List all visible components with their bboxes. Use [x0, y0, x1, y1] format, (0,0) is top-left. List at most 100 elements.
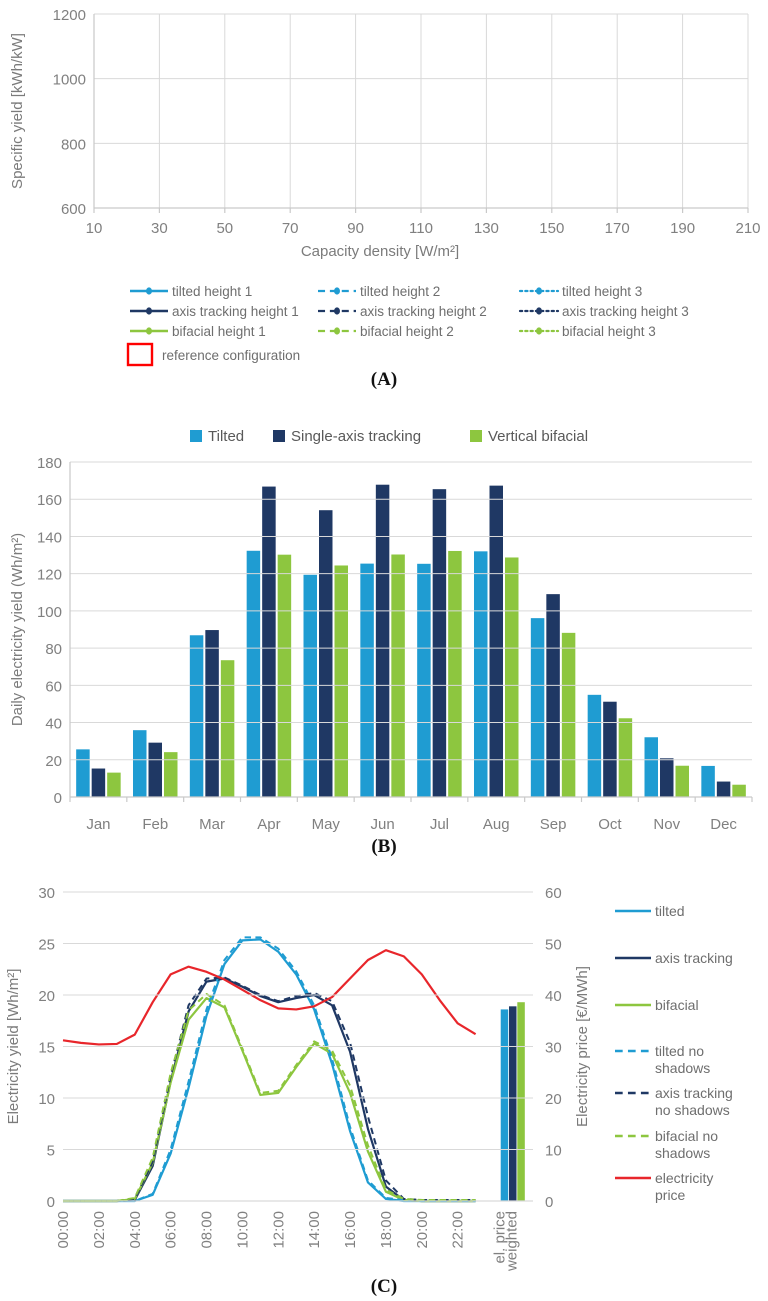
svg-text:Capacity density [W/m²]: Capacity density [W/m²] [301, 243, 459, 260]
svg-text:70: 70 [282, 220, 299, 237]
category-label: Sep [540, 816, 567, 833]
time-tick-label: 14:00 [306, 1211, 323, 1249]
time-tick-label: 08:00 [199, 1211, 216, 1249]
svg-text:15: 15 [38, 1040, 55, 1057]
category-label: Apr [257, 816, 280, 833]
legend-label: electricity [655, 1170, 713, 1186]
panel-a-svg: 600 800 1000 1200 10 30 50 70 90 110 130 150 170 190 2… [9, 7, 761, 390]
category-label: Nov [653, 816, 680, 833]
bar [417, 563, 431, 797]
time-tick-label: 18:00 [378, 1211, 395, 1249]
legend-label: tilted height 2 [360, 284, 440, 299]
legend-label: bifacial height 1 [172, 324, 266, 339]
bar [489, 485, 503, 797]
bar [262, 486, 276, 797]
svg-text:160: 160 [37, 492, 62, 509]
legend-label: tilted [655, 903, 685, 919]
legend-label: axis tracking [655, 1085, 733, 1101]
bar [732, 784, 746, 797]
bar [148, 742, 162, 797]
legend-marker [334, 327, 340, 335]
svg-text:50: 50 [545, 937, 562, 954]
legend-reference-box [126, 342, 154, 367]
legend-label: axis tracking [655, 950, 733, 966]
legend-marker [536, 327, 542, 335]
series-line [63, 977, 476, 1203]
bar [319, 510, 333, 797]
bar [603, 701, 617, 797]
svg-text:0: 0 [47, 1194, 55, 1211]
legend-label: tilted height 1 [172, 284, 252, 299]
svg-text:210: 210 [735, 220, 760, 237]
bar [164, 752, 178, 797]
svg-text:800: 800 [61, 136, 86, 153]
bar [546, 594, 560, 797]
category-label: Jan [86, 816, 110, 833]
bar [587, 694, 602, 797]
svg-text:30: 30 [151, 220, 168, 237]
panel-a-label: (A) [371, 369, 397, 390]
bar [334, 565, 348, 797]
legend-swatch [470, 430, 482, 442]
panel-c: 0 5 10 15 20 25 30 0 10 20 30 40 50 60 Electricity yie… [0, 868, 768, 1301]
svg-text:40: 40 [45, 716, 62, 733]
figure-container: 600 800 1000 1200 10 30 50 70 90 110 130 150 170 190 2… [0, 0, 768, 1301]
bar [277, 554, 292, 797]
legend-label: price [655, 1187, 686, 1203]
end-bar [509, 1006, 517, 1201]
bar [107, 772, 121, 797]
svg-text:60: 60 [45, 678, 62, 695]
svg-text:5: 5 [47, 1143, 55, 1160]
legend-label: Vertical bifacial [488, 428, 588, 445]
panel-b-label: (B) [371, 836, 396, 857]
svg-text:20: 20 [545, 1091, 562, 1108]
svg-text:180: 180 [37, 455, 62, 472]
category-label: May [312, 816, 341, 833]
legend-label: bifacial no [655, 1128, 718, 1144]
svg-text:Daily electricity yield (Wh/m²: Daily electricity yield (Wh/m²) [9, 533, 26, 726]
time-tick-label: 16:00 [342, 1211, 359, 1249]
bar [618, 718, 633, 797]
bar [220, 660, 235, 797]
legend-label: bifacial height 3 [562, 324, 656, 339]
svg-text:120: 120 [37, 567, 62, 584]
series-line [63, 976, 476, 1202]
svg-text:600: 600 [61, 201, 86, 218]
legend-label: axis tracking height 2 [360, 304, 487, 319]
bar [133, 730, 147, 797]
time-tick-label: 02:00 [91, 1211, 108, 1249]
svg-text:Electricity price [€/MWh]: Electricity price [€/MWh] [574, 966, 591, 1127]
legend-swatch [273, 430, 285, 442]
end-bar-label: weighted [504, 1211, 521, 1272]
legend-label: shadows [655, 1060, 710, 1076]
bar [205, 630, 219, 797]
svg-text:30: 30 [545, 1040, 562, 1057]
legend-marker [334, 307, 340, 315]
series-line [63, 938, 476, 1203]
panel-a: 600 800 1000 1200 10 30 50 70 90 110 130 150 170 190 2… [0, 0, 768, 400]
svg-text:10: 10 [545, 1143, 562, 1160]
bar [360, 563, 374, 797]
time-tick-label: 20:00 [414, 1211, 431, 1249]
time-tick-label: 22:00 [450, 1211, 467, 1249]
legend-marker [536, 307, 542, 315]
category-label: Feb [142, 816, 168, 833]
bar [716, 781, 731, 797]
legend-label: tilted height 3 [562, 284, 642, 299]
time-tick-label: 10:00 [234, 1211, 251, 1249]
series-line [63, 992, 476, 1202]
bar [91, 768, 106, 797]
legend-label: shadows [655, 1145, 710, 1161]
legend-swatch [190, 430, 202, 442]
legend-label: no shadows [655, 1102, 730, 1118]
category-label: Mar [199, 816, 225, 833]
svg-text:1200: 1200 [53, 7, 86, 24]
panel-c-svg: 0 5 10 15 20 25 30 0 10 20 30 40 50 60 Electricity yie… [5, 885, 733, 1297]
bar [530, 618, 545, 797]
end-bar [517, 1002, 525, 1201]
legend-label: bifacial height 2 [360, 324, 454, 339]
time-tick-label: 12:00 [270, 1211, 287, 1249]
series-line [63, 996, 476, 1203]
bar [391, 554, 405, 797]
legend-label: axis tracking height 1 [172, 304, 299, 319]
